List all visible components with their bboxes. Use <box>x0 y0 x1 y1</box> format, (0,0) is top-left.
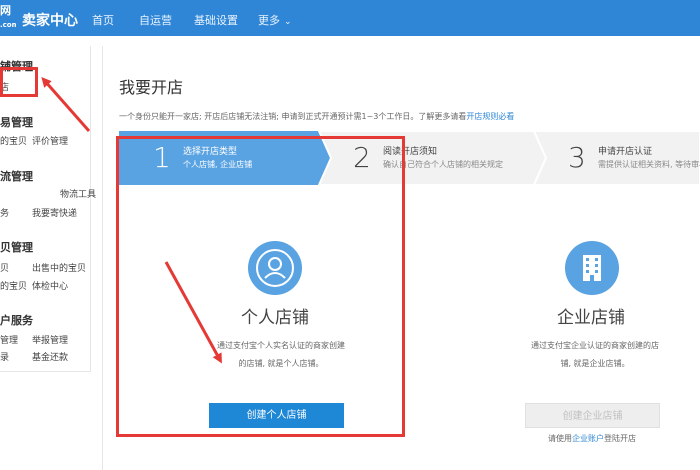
nav-self-operation[interactable]: 自运营 <box>139 12 172 28</box>
sidebar-item[interactable]: 录 <box>0 350 9 363</box>
annotation-highlight-box <box>116 136 405 437</box>
sidebar-section-title: 贝管理 <box>0 241 33 254</box>
desc-line: 铺, 就是企业店铺。 <box>560 359 630 368</box>
nav-more-label: 更多 <box>258 14 280 27</box>
note-suffix: 登陆开店 <box>604 434 636 443</box>
rules-link[interactable]: 开店规则必看 <box>466 112 514 121</box>
sidebar-item-report-management[interactable]: 举报管理 <box>32 333 68 346</box>
nav-more[interactable]: 更多 ⌄ <box>258 12 292 28</box>
top-navigation-bar: 网 .com 卖家中心 首页 自运营 基础设置 更多 ⌄ <box>0 0 700 36</box>
nav-basic-settings[interactable]: 基础设置 <box>194 12 238 28</box>
step-title: 申请开店认证 <box>598 147 653 157</box>
enterprise-account-link[interactable]: 企业账户 <box>572 434 604 443</box>
enterprise-login-note: 请使用企业账户登陆开店 <box>548 433 636 444</box>
chevron-down-icon: ⌄ <box>284 17 292 27</box>
sidebar-section-title: 户服务 <box>0 314 33 327</box>
sidebar-item-items-on-sale[interactable]: 出售中的宝贝 <box>32 261 86 274</box>
create-enterprise-shop-button[interactable]: 创建企业店铺 <box>525 403 660 428</box>
enterprise-shop-desc: 通过支付宝企业认证的商家创建的店 铺, 就是企业店铺。 <box>512 337 678 373</box>
sidebar-item[interactable]: 务 <box>0 206 9 219</box>
sidebar-item-logistics-tools[interactable]: 物流工具 <box>60 187 96 200</box>
building-icon <box>565 241 619 295</box>
desc-line: 通过支付宝企业认证的商家创建的店 <box>531 341 659 350</box>
sidebar-section-title: 流管理 <box>0 170 33 183</box>
sidebar-item-health-center[interactable]: 体检中心 <box>32 279 68 292</box>
sidebar-item[interactable]: 的宝贝 <box>0 279 27 292</box>
step-desc: 需提供认证相关资料, 等待审核 <box>598 160 700 169</box>
sidebar-item[interactable]: 贝 <box>0 261 9 274</box>
sidebar-section-title: 易管理 <box>0 116 33 129</box>
sidebar-item-reviews[interactable]: 评价管理 <box>32 134 68 147</box>
annotation-highlight-box <box>0 67 38 97</box>
sidebar-item-send-express[interactable]: 我要寄快递 <box>32 206 77 219</box>
notice-body: 一个身份只能开一家店; 开店后店铺无法注销; 申请到正式开通预计需1~3个工作日… <box>119 112 467 121</box>
site-logo[interactable]: 网 .com <box>0 4 16 32</box>
page-title: 我要开店 <box>119 78 184 97</box>
app-title[interactable]: 卖家中心 <box>22 10 78 30</box>
sidebar-item[interactable]: 管理 <box>0 333 18 346</box>
sidebar-item-fund-repayment[interactable]: 基金还款 <box>32 350 68 363</box>
enterprise-shop-title: 企业店铺 <box>557 308 625 328</box>
step-number: 3 <box>568 141 586 174</box>
step-3: 3 申请开店认证 需提供认证相关资料, 等待审核 <box>534 131 700 185</box>
note-prefix: 请使用 <box>548 434 572 443</box>
sidebar-item[interactable]: 的宝贝 <box>0 134 27 147</box>
nav-home[interactable]: 首页 <box>92 12 114 28</box>
notice-text: 一个身份只能开一家店; 开店后店铺无法注销; 申请到正式开通预计需1~3个工作日… <box>119 111 514 122</box>
